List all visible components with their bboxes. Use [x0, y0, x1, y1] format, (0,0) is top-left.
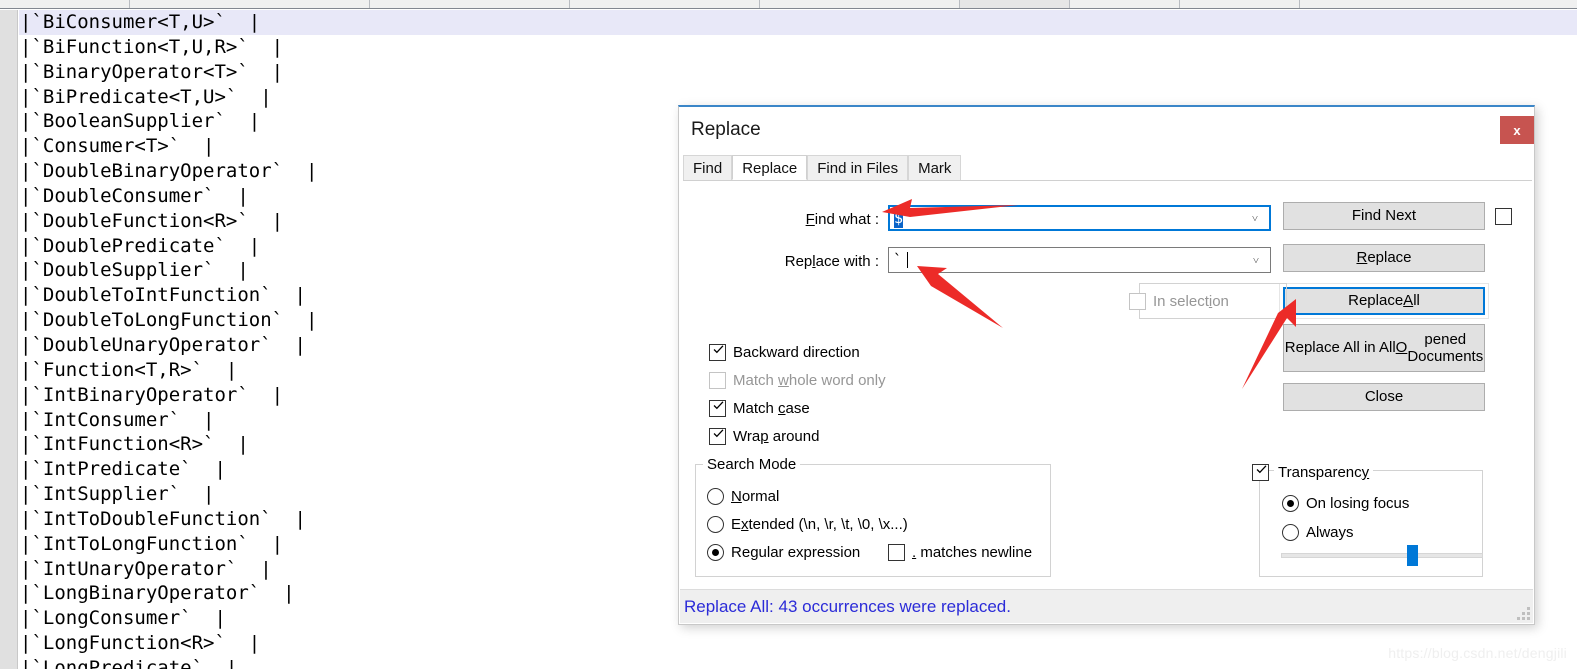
search-mode-title: Search Mode [703, 456, 801, 473]
code-line[interactable]: |`BiConsumer<T,U>` | [19, 10, 1577, 35]
chevron-down-icon[interactable]: ˅ [1246, 248, 1266, 272]
replace-with-label: Replace with : [784, 253, 879, 270]
transparency-checkbox[interactable] [1252, 464, 1269, 481]
editor-tab-active[interactable] [960, 0, 1070, 8]
transparency-slider-thumb[interactable] [1407, 545, 1419, 566]
watermark-text: https://blog.csdn.net/dengjili [1388, 645, 1567, 661]
dialog-tab-find[interactable]: Find [683, 155, 733, 180]
code-line[interactable]: |`BiFunction<T,U,R>` | [19, 35, 1577, 60]
search-mode-extended-label: Extended (\n, \r, \t, \0, \x...) [731, 516, 908, 533]
editor-tab-bar[interactable] [0, 0, 1577, 9]
code-line[interactable]: |`LongFunction<R>` | [19, 631, 1577, 656]
dot-matches-newline-checkbox[interactable] [888, 544, 905, 561]
dialog-tab-mark[interactable]: Mark [908, 155, 962, 180]
editor-gutter [0, 10, 18, 669]
transparency-always-label: Always [1306, 524, 1354, 541]
close-button[interactable]: Close [1283, 383, 1485, 411]
transparency-slider-track[interactable] [1281, 553, 1483, 558]
purge-for-each-search-checkbox[interactable] [1495, 208, 1512, 225]
match-case-label: Match case [733, 400, 810, 417]
replace-with-input[interactable]: ` ˅ [888, 247, 1271, 273]
replace-button-accel: R [1356, 249, 1368, 267]
resize-grip[interactable] [1517, 607, 1531, 621]
editor-tab[interactable] [1180, 0, 1300, 8]
dialog-tab-find-in-files[interactable]: Find in Files [807, 155, 909, 180]
editor-tab[interactable] [130, 0, 370, 8]
find-what-label: Find what : [805, 211, 879, 228]
replace-dialog[interactable]: Replace x Find Replace Find in Files Mark F… [678, 105, 1535, 625]
radio-dot-icon [1287, 500, 1294, 507]
chevron-down-icon[interactable]: ˅ [1245, 207, 1265, 229]
search-mode-regex-label: Regular expression [731, 544, 861, 561]
replace-all-button-accel: A [1403, 292, 1414, 310]
transparency-label: Transparency [1274, 464, 1374, 481]
replace-all-opened-accel: O [1395, 339, 1408, 357]
editor-tab[interactable] [760, 0, 960, 8]
backward-direction-checkbox[interactable] [709, 344, 726, 361]
find-what-input[interactable]: $ ˅ [888, 205, 1271, 231]
find-what-value: $ [894, 208, 904, 228]
close-icon[interactable]: x [1500, 116, 1534, 144]
transparency-on-losing-focus-label: On losing focus [1306, 495, 1410, 512]
code-line[interactable]: |`LongPredicate` | [19, 656, 1577, 669]
backward-direction-label: Backward direction [733, 344, 860, 361]
wrap-around-checkbox[interactable] [709, 428, 726, 445]
in-selection-label: In selection [1153, 293, 1229, 310]
search-mode-regex-radio[interactable] [707, 544, 724, 561]
editor-tab[interactable] [1070, 0, 1180, 8]
editor-tab[interactable] [570, 0, 760, 8]
match-whole-word-checkbox [709, 372, 726, 389]
editor-tab[interactable] [370, 0, 570, 8]
checkmark-icon [713, 429, 724, 438]
search-mode-normal-radio[interactable] [707, 488, 724, 505]
radio-dot-icon [712, 549, 719, 556]
editor-tab[interactable] [0, 0, 130, 8]
transparency-always-radio[interactable] [1282, 524, 1299, 541]
wrap-around-label: Wrap around [733, 428, 820, 445]
match-case-checkbox[interactable] [709, 400, 726, 417]
text-caret [907, 252, 909, 268]
checkmark-icon [1256, 465, 1267, 474]
code-line[interactable]: |`BinaryOperator<T>` | [19, 60, 1577, 85]
dialog-tab-strip[interactable]: Find Replace Find in Files Mark [683, 155, 1532, 181]
dialog-tab-replace[interactable]: Replace [732, 155, 808, 180]
replace-button[interactable]: Replace [1283, 244, 1485, 272]
dot-matches-newline-label: . matches newline [912, 544, 1033, 561]
find-what-label-accel: F [805, 211, 815, 228]
replace-all-button[interactable]: Replace All [1283, 287, 1485, 315]
match-whole-word-label: Match whole word only [733, 372, 886, 389]
checkmark-icon [713, 345, 724, 354]
replace-with-label-accel: l [812, 253, 816, 270]
replace-with-value: ` [893, 251, 903, 269]
in-selection-checkbox [1129, 293, 1146, 310]
find-next-button[interactable]: Find Next [1283, 202, 1485, 230]
search-mode-normal-label: Normal [731, 488, 780, 505]
checkmark-icon [713, 401, 724, 410]
status-bar: Replace All: 43 occurrences were replace… [680, 589, 1533, 623]
transparency-on-losing-focus-radio[interactable] [1282, 495, 1299, 512]
replace-all-opened-documents-button[interactable]: Replace All in All Opened Documents [1283, 324, 1485, 372]
search-mode-extended-radio[interactable] [707, 516, 724, 533]
dialog-title: Replace [691, 119, 761, 140]
